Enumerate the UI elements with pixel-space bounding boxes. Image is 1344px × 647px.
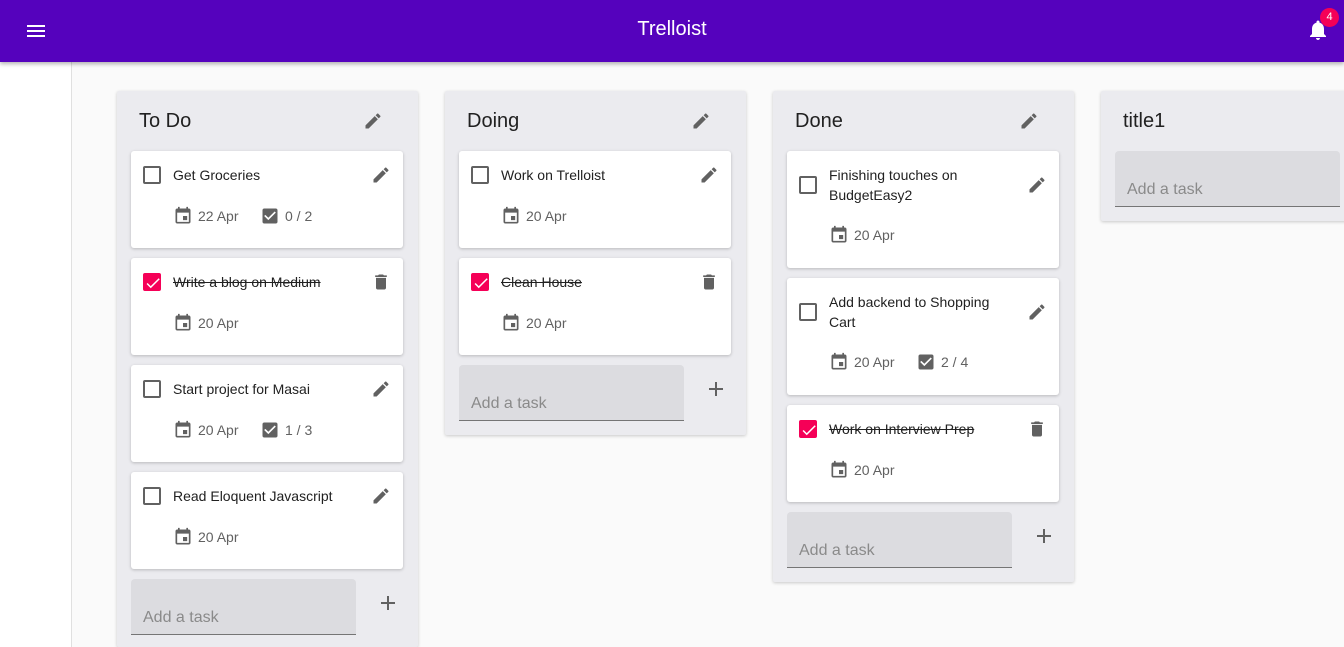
due-date-text: 20 Apr <box>198 422 239 438</box>
edit-task-icon[interactable] <box>371 379 391 399</box>
app-bar: Trelloist 4 <box>0 0 1344 62</box>
task-checkbox[interactable] <box>799 420 817 438</box>
due-date-text: 20 Apr <box>854 354 895 370</box>
task-title: Get Groceries <box>173 167 261 183</box>
edit-list-title-icon[interactable] <box>363 111 383 131</box>
task-card: Add backend to Shopping Cart 20 Apr 2 / 4 <box>787 278 1059 395</box>
task-title: Add backend to Shopping Cart <box>829 294 990 330</box>
task-card: Work on Trelloist 20 Apr <box>459 151 731 248</box>
due-date-text: 20 Apr <box>198 529 239 545</box>
delete-task-icon[interactable] <box>699 272 719 292</box>
checklist-count: 0 / 2 <box>285 208 313 224</box>
task-checkbox[interactable] <box>143 166 161 184</box>
task-card: Write a blog on Medium 20 Apr <box>131 258 403 355</box>
edit-list-title-icon[interactable] <box>1019 111 1039 131</box>
add-task-field <box>787 512 1012 568</box>
due-date-text: 20 Apr <box>854 227 895 243</box>
edit-task-icon[interactable] <box>371 165 391 185</box>
edit-task-icon[interactable] <box>1027 302 1047 322</box>
due-date-text: 22 Apr <box>198 208 239 224</box>
delete-task-icon[interactable] <box>371 272 391 292</box>
edit-task-icon[interactable] <box>1027 175 1047 195</box>
task-title: Write a blog on Medium <box>173 274 321 290</box>
add-task-plus-icon[interactable] <box>376 591 400 615</box>
due-date-text: 20 Apr <box>526 315 567 331</box>
list-column: Done Finishing touches on BudgetEasy2 20 A… <box>773 91 1074 582</box>
checklist-count: 1 / 3 <box>285 422 313 438</box>
delete-task-icon[interactable] <box>1027 419 1047 439</box>
task-checkbox[interactable] <box>799 303 817 321</box>
due-date-text: 20 Apr <box>198 315 239 331</box>
list-column: Doing Work on Trelloist 20 Apr Clean House 2… <box>445 91 746 435</box>
add-task-plus-icon[interactable] <box>1032 524 1056 548</box>
task-checkbox[interactable] <box>143 487 161 505</box>
task-card: Clean House 20 Apr <box>459 258 731 355</box>
task-title: Read Eloquent Javascript <box>173 488 333 504</box>
app-title: Trelloist <box>637 18 707 40</box>
task-title: Finishing touches on BudgetEasy2 <box>829 167 958 203</box>
task-checkbox[interactable] <box>143 273 161 291</box>
add-task-field <box>131 579 356 635</box>
task-title: Work on Trelloist <box>501 167 605 183</box>
due-date-text: 20 Apr <box>854 462 895 478</box>
task-checkbox[interactable] <box>471 166 489 184</box>
list-column: To Do Get Groceries 22 Apr 0 / 2 Write a blo… <box>117 91 418 647</box>
add-task-input[interactable] <box>1115 151 1340 206</box>
task-card: Work on Interview Prep 20 Apr <box>787 405 1059 502</box>
sidebar <box>0 62 72 647</box>
add-task-input[interactable] <box>459 365 684 420</box>
due-date-text: 20 Apr <box>526 208 567 224</box>
list-column: title1 <box>1101 91 1344 221</box>
task-title: Work on Interview Prep <box>829 421 975 437</box>
edit-task-icon[interactable] <box>699 165 719 185</box>
task-checkbox[interactable] <box>143 380 161 398</box>
list-title: Done <box>795 110 843 132</box>
task-title: Clean House <box>501 274 582 290</box>
add-task-field <box>1115 151 1340 207</box>
add-task-input[interactable] <box>131 579 356 634</box>
task-card: Finishing touches on BudgetEasy2 20 Apr <box>787 151 1059 268</box>
list-title: Doing <box>467 110 520 132</box>
task-card: Get Groceries 22 Apr 0 / 2 <box>131 151 403 248</box>
list-title: title1 <box>1123 110 1166 132</box>
checklist-count: 2 / 4 <box>941 354 969 370</box>
task-title: Start project for Masai <box>173 381 310 397</box>
add-task-input[interactable] <box>787 512 1012 567</box>
add-task-field <box>459 365 684 421</box>
edit-task-icon[interactable] <box>371 486 391 506</box>
task-card: Read Eloquent Javascript 20 Apr <box>131 472 403 569</box>
add-task-plus-icon[interactable] <box>704 377 728 401</box>
task-card: Start project for Masai 20 Apr 1 / 3 <box>131 365 403 462</box>
task-checkbox[interactable] <box>471 273 489 291</box>
notification-count-badge: 4 <box>1320 8 1339 27</box>
list-title: To Do <box>139 110 192 132</box>
edit-list-title-icon[interactable] <box>691 111 711 131</box>
task-checkbox[interactable] <box>799 176 817 194</box>
